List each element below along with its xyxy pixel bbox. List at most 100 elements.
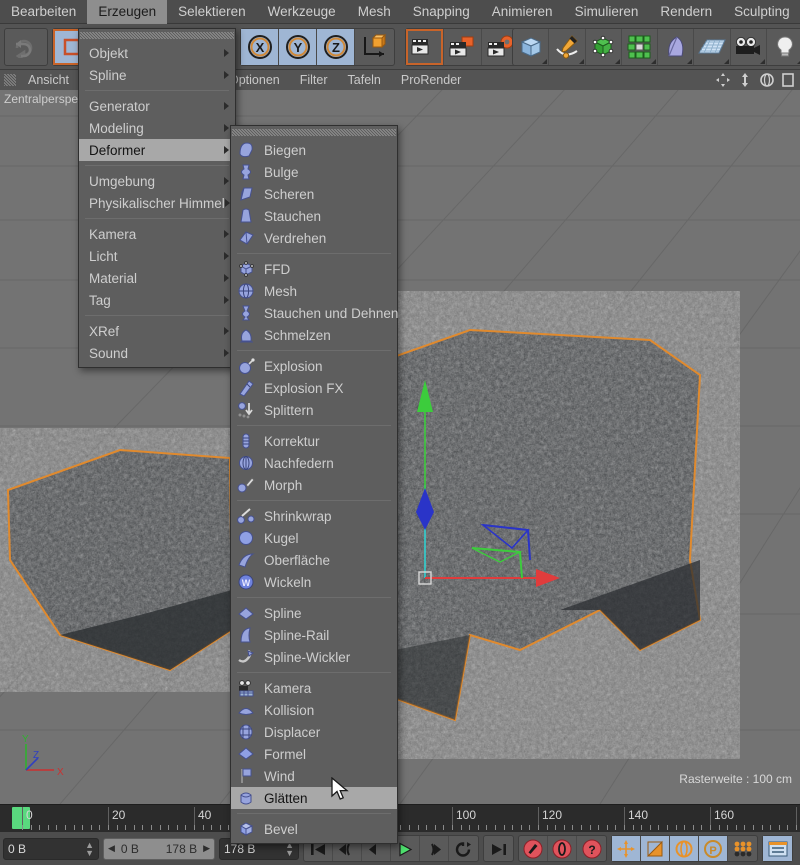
range-next-arrow[interactable]: ▶ bbox=[203, 843, 210, 854]
cube-icon[interactable] bbox=[513, 29, 550, 65]
pla-key-icon[interactable] bbox=[728, 836, 757, 861]
menu-item-sound[interactable]: Sound bbox=[79, 342, 235, 364]
camera-icon[interactable] bbox=[731, 29, 767, 65]
deformer-icon[interactable] bbox=[658, 29, 695, 65]
viewport-header-grip[interactable] bbox=[4, 74, 16, 86]
menu-item-ffd[interactable]: FFD bbox=[231, 258, 397, 280]
menu-item-mesh[interactable]: Mesh bbox=[231, 280, 397, 302]
menu-item-nachfedern[interactable]: Nachfedern bbox=[231, 452, 397, 474]
menu-bar-item-selektieren[interactable]: Selektieren bbox=[167, 0, 257, 24]
menu-bar-item-mesh[interactable]: Mesh bbox=[347, 0, 402, 24]
menu-item-objekt[interactable]: Objekt bbox=[79, 42, 235, 64]
y-axis-icon[interactable]: Y bbox=[279, 29, 317, 65]
world-coordinate-icon[interactable] bbox=[355, 29, 393, 65]
loop-icon[interactable] bbox=[449, 836, 478, 861]
menu-item-wind[interactable]: Wind bbox=[231, 765, 397, 787]
rotation-key-icon[interactable] bbox=[670, 836, 699, 861]
menu-item-morph[interactable]: Morph bbox=[231, 474, 397, 496]
go-to-end-icon[interactable] bbox=[484, 836, 513, 861]
menu-bar-item-sculpting[interactable]: Sculpting bbox=[723, 0, 800, 24]
menu-item-physikalischer-himmel[interactable]: Physikalischer Himmel bbox=[79, 192, 235, 214]
frame-forward-icon[interactable] bbox=[420, 836, 449, 861]
menu-item-shrinkwrap[interactable]: Shrinkwrap bbox=[231, 505, 397, 527]
undo-icon[interactable] bbox=[5, 29, 43, 65]
menu-item-explosion[interactable]: Explosion bbox=[231, 355, 397, 377]
menu-item-oberfl-che[interactable]: Oberfläche bbox=[231, 549, 397, 571]
menu-bar-item-bearbeiten[interactable]: Bearbeiten bbox=[0, 0, 87, 24]
scale-key-icon[interactable] bbox=[641, 836, 670, 861]
autokey-icon[interactable] bbox=[548, 836, 577, 861]
menu-item-stauchen-und-dehnen[interactable]: Stauchen und Dehnen bbox=[231, 302, 398, 324]
current-frame-stepper[interactable]: ▲ ▼ bbox=[85, 840, 94, 857]
viewport-menu-ansicht[interactable]: Ansicht bbox=[18, 73, 79, 87]
menu-item-label: Kamera bbox=[264, 680, 312, 696]
timeline-icon[interactable] bbox=[763, 836, 792, 861]
z-axis-icon[interactable]: Z bbox=[317, 29, 355, 65]
generator-icon[interactable] bbox=[586, 29, 622, 65]
light-icon[interactable] bbox=[767, 29, 800, 65]
menu-item-spline[interactable]: Spline bbox=[79, 64, 235, 86]
viewport-menu-prorender[interactable]: ProRender bbox=[391, 73, 471, 87]
render-region-icon[interactable] bbox=[444, 29, 482, 65]
menu-bar-item-rendern[interactable]: Rendern bbox=[649, 0, 723, 24]
menu-item-spline[interactable]: Spline bbox=[231, 602, 397, 624]
menu-item-deformer[interactable]: Deformer bbox=[79, 139, 235, 161]
menu-item-kamera[interactable]: Kamera bbox=[231, 677, 397, 699]
current-frame-field[interactable]: 0 B ▲ ▼ bbox=[3, 837, 99, 860]
menu-item-scheren[interactable]: Scheren bbox=[231, 183, 397, 205]
menu-item-modeling[interactable]: Modeling bbox=[79, 117, 235, 139]
menu-item-splittern[interactable]: Splittern bbox=[231, 399, 397, 421]
timeline-ruler[interactable]: 02040608010012014016018 bbox=[0, 804, 800, 832]
menu-item-gl-tten[interactable]: Glätten bbox=[231, 787, 397, 809]
menu-item-tag[interactable]: Tag bbox=[79, 289, 235, 311]
menu-item-formel[interactable]: Formel bbox=[231, 743, 397, 765]
menu-bar-item-werkzeuge[interactable]: Werkzeuge bbox=[257, 0, 347, 24]
menu-item-schmelzen[interactable]: Schmelzen bbox=[231, 324, 397, 346]
maximize-view-icon[interactable] bbox=[782, 72, 794, 88]
parameter-key-icon[interactable]: P bbox=[699, 836, 728, 861]
menu-item-explosion-fx[interactable]: Explosion FX bbox=[231, 377, 397, 399]
render-view-icon[interactable] bbox=[406, 29, 444, 65]
menu-tear-off-grip[interactable] bbox=[80, 32, 234, 39]
viewport-menu-tafeln[interactable]: Tafeln bbox=[338, 73, 391, 87]
menu-bar-item-erzeugen[interactable]: Erzeugen bbox=[87, 0, 168, 24]
menu-bar-item-animieren[interactable]: Animieren bbox=[481, 0, 564, 24]
viewport-menu-filter[interactable]: Filter bbox=[290, 73, 338, 87]
keyframe-selection-icon[interactable]: ? bbox=[577, 836, 606, 861]
menu-item-label: Spline bbox=[264, 605, 302, 621]
preview-range-field[interactable]: ◀ 0 B 178 B ▶ bbox=[103, 837, 215, 860]
menu-item-kollision[interactable]: Kollision bbox=[231, 699, 397, 721]
menu-item-spline-wickler[interactable]: Spline-Wickler bbox=[231, 646, 397, 668]
position-key-icon[interactable] bbox=[612, 836, 641, 861]
menu-item-bulge[interactable]: Bulge bbox=[231, 161, 397, 183]
x-axis-icon[interactable]: X bbox=[241, 29, 279, 65]
menu-bar-item-simulieren[interactable]: Simulieren bbox=[564, 0, 650, 24]
scale-view-icon[interactable] bbox=[738, 72, 752, 88]
menu-erzeugen-dropdown[interactable]: Objekt Spline Generator Modeling Deformer Umg… bbox=[78, 28, 236, 368]
mograph-icon[interactable] bbox=[622, 29, 658, 65]
menu-item-stauchen[interactable]: Stauchen bbox=[231, 205, 397, 227]
menu-item-material[interactable]: Material bbox=[79, 267, 235, 289]
range-prev-arrow[interactable]: ◀ bbox=[108, 843, 115, 854]
menu-deformer-dropdown[interactable]: Biegen Bulge Scheren Stauchen Verdrehen FFD Me… bbox=[230, 125, 398, 844]
menu-item-wickeln[interactable]: W Wickeln bbox=[231, 571, 397, 593]
move-view-icon[interactable] bbox=[715, 72, 731, 88]
menu-item-kugel[interactable]: Kugel bbox=[231, 527, 397, 549]
menu-item-kamera[interactable]: Kamera bbox=[79, 223, 235, 245]
menu-item-generator[interactable]: Generator bbox=[79, 95, 235, 117]
menu-item-biegen[interactable]: Biegen bbox=[231, 139, 397, 161]
spline-pen-icon[interactable] bbox=[549, 29, 586, 65]
menu-item-spline-rail[interactable]: Spline-Rail bbox=[231, 624, 397, 646]
menu-item-xref[interactable]: XRef bbox=[79, 320, 235, 342]
scene-floor-icon[interactable] bbox=[694, 29, 731, 65]
menu-item-korrektur[interactable]: Korrektur bbox=[231, 430, 397, 452]
menu-item-licht[interactable]: Licht bbox=[79, 245, 235, 267]
menu-item-umgebung[interactable]: Umgebung bbox=[79, 170, 235, 192]
menu-item-bevel[interactable]: Bevel bbox=[231, 818, 397, 840]
menu-item-displacer[interactable]: Displacer bbox=[231, 721, 397, 743]
submenu-tear-off-grip[interactable] bbox=[232, 129, 396, 136]
menu-bar-item-snapping[interactable]: Snapping bbox=[402, 0, 481, 24]
record-keyframe-icon[interactable] bbox=[519, 836, 548, 861]
rotate-view-icon[interactable] bbox=[759, 72, 775, 88]
menu-item-verdrehen[interactable]: Verdrehen bbox=[231, 227, 397, 249]
